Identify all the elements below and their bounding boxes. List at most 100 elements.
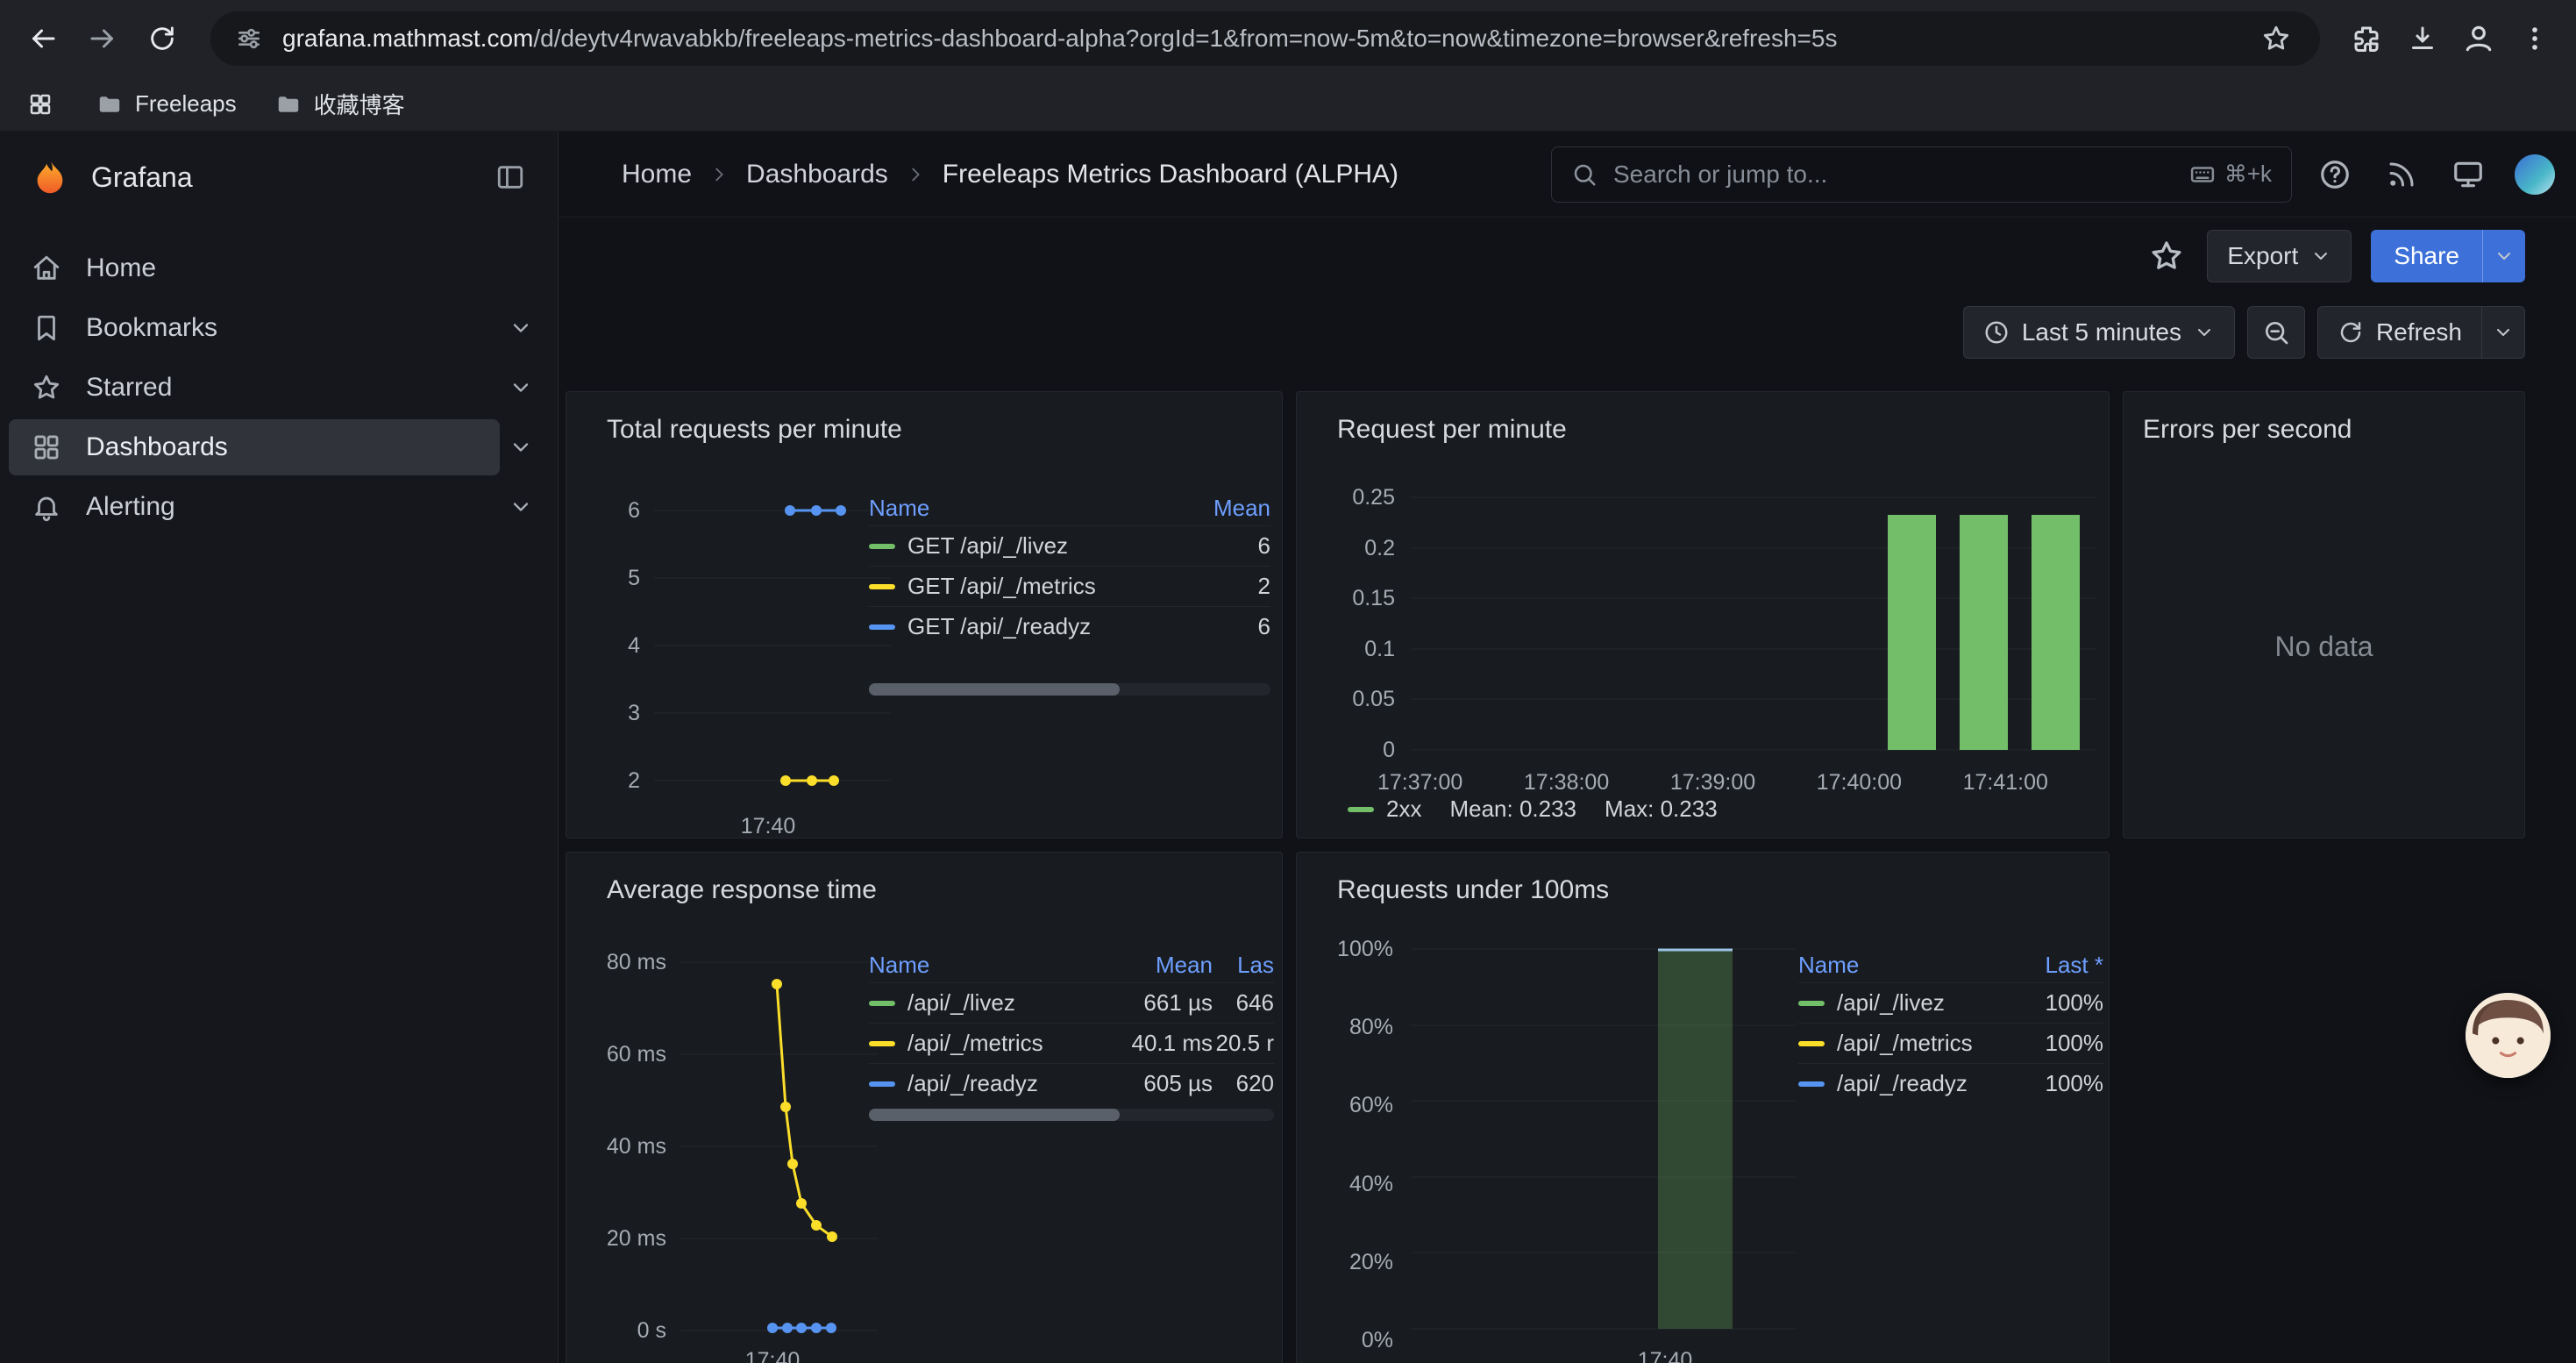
apps-shortcut-button[interactable]	[23, 87, 58, 122]
tick-label: 17:40:00	[1817, 771, 1902, 794]
legend: 2xx Mean: 0.233 Max: 0.233	[1348, 796, 1718, 823]
news-button[interactable]	[2381, 154, 2422, 195]
grafana-app: Grafana Home Bookmarks Starred	[0, 132, 2576, 1363]
tick-label: 0%	[1362, 1329, 1393, 1352]
breadcrumb: Home Dashboards Freeleaps Metrics Dashbo…	[622, 160, 1398, 189]
forward-button[interactable]	[77, 13, 128, 64]
refresh-button[interactable]: Refresh	[2317, 306, 2481, 359]
legend-row[interactable]: GET /api/_/livez6	[869, 525, 1270, 566]
share-menu-button[interactable]	[2482, 230, 2525, 282]
search-shortcut: ⌘+k	[2189, 161, 2272, 188]
legend-row[interactable]: GET /api/_/metrics2	[869, 566, 1270, 606]
browser-menu-button[interactable]	[2511, 15, 2558, 62]
favorite-dashboard-button[interactable]	[2145, 235, 2188, 277]
legend-column-header[interactable]: Name	[1798, 952, 2020, 979]
url-text: grafana.mathmast.com/d/deytv4rwavabkb/fr…	[282, 25, 2238, 53]
breadcrumb-dashboards[interactable]: Dashboards	[746, 160, 888, 189]
legend-column-header[interactable]: Mean	[1107, 952, 1213, 979]
extensions-button[interactable]	[2343, 15, 2390, 62]
browser-toolbar: grafana.mathmast.com/d/deytv4rwavabkb/fr…	[0, 0, 2576, 77]
legend-scrollbar-thumb[interactable]	[869, 683, 1120, 696]
tick-label: 6	[628, 499, 640, 522]
sidebar-item-home[interactable]: Home	[0, 239, 558, 298]
legend-value-cell: 100%	[2020, 1030, 2103, 1057]
search-input[interactable]: Search or jump to... ⌘+k	[1551, 146, 2292, 203]
sidebar-item-label: Alerting	[86, 492, 175, 522]
chevron-down-icon[interactable]	[509, 375, 533, 400]
series-color-chip	[869, 1041, 895, 1046]
legend-value-cell: 6	[1192, 532, 1270, 560]
user-avatar[interactable]	[2515, 154, 2555, 195]
panel-average-response-time: Average response time 80 ms60 ms40 ms20 …	[566, 852, 1283, 1363]
star-outline-icon	[2261, 24, 2291, 54]
chevron-down-icon[interactable]	[509, 435, 533, 460]
bookmark-folder-label: 收藏博客	[314, 88, 405, 120]
timeseries-plot	[654, 499, 891, 792]
tick-label: 2	[628, 769, 640, 792]
tick-label: 20 ms	[607, 1227, 666, 1250]
help-button[interactable]	[2315, 154, 2355, 195]
legend-scrollbar[interactable]	[869, 1109, 1274, 1121]
series-mean: Mean: 0.233	[1449, 796, 1576, 823]
downloads-button[interactable]	[2399, 15, 2446, 62]
bar-plot	[1411, 486, 2096, 761]
sidebar-collapse-button[interactable]	[489, 156, 531, 198]
breadcrumb-home[interactable]: Home	[622, 160, 692, 189]
legend-column-header[interactable]: Las	[1213, 952, 1274, 979]
sidebar-header: Grafana	[0, 132, 558, 223]
bookmark-folder-freeleaps[interactable]: Freeleaps	[96, 90, 237, 118]
brand-title: Grafana	[91, 161, 193, 194]
legend-row[interactable]: /api/_/metrics100%	[1798, 1023, 2103, 1063]
legend-value-cell: 646	[1213, 989, 1274, 1017]
sidebar-item-bookmarks[interactable]: Bookmarks	[0, 298, 558, 358]
panel-title[interactable]: Average response time	[607, 875, 877, 905]
bookmarks-bar: Freeleaps 收藏博客	[0, 77, 2576, 132]
grafana-main: Home Dashboards Freeleaps Metrics Dashbo…	[559, 132, 2576, 1363]
bookmark-folder-blogs[interactable]: 收藏博客	[275, 88, 405, 120]
x-axis-tick: 17:40	[715, 1349, 829, 1363]
legend-column-header[interactable]: Mean	[1192, 495, 1270, 522]
legend-column-header[interactable]: Name	[869, 952, 1107, 979]
zoom-out-time-button[interactable]	[2247, 306, 2305, 359]
legend-column-header[interactable]: Name	[869, 495, 1192, 522]
panel-title[interactable]: Request per minute	[1337, 415, 1567, 445]
legend-series[interactable]: 2xx	[1348, 796, 1421, 823]
legend-row[interactable]: GET /api/_/readyz6	[869, 606, 1270, 646]
refresh-interval-button[interactable]	[2481, 306, 2525, 359]
monitor-icon	[2451, 158, 2485, 191]
time-range-picker[interactable]: Last 5 minutes	[1963, 306, 2235, 359]
legend-name-cell: /api/_/metrics	[869, 1030, 1107, 1057]
legend-row[interactable]: /api/_/metrics40.1 ms20.5 r	[869, 1023, 1274, 1063]
panel-request-per-minute: Request per minute 0.250.20.150.10.050 1…	[1296, 391, 2110, 838]
legend-row[interactable]: /api/_/livez100%	[1798, 982, 2103, 1023]
legend-scrollbar[interactable]	[869, 683, 1270, 696]
bookmark-folder-label: Freeleaps	[135, 90, 237, 118]
kiosk-mode-button[interactable]	[2448, 154, 2488, 195]
panel-title[interactable]: Requests under 100ms	[1337, 875, 1609, 905]
panel-title[interactable]: Total requests per minute	[607, 415, 902, 445]
grafana-header: Home Dashboards Freeleaps Metrics Dashbo…	[559, 132, 2576, 218]
export-button[interactable]: Export	[2207, 230, 2352, 282]
legend-row[interactable]: /api/_/readyz605 µs620	[869, 1063, 1274, 1103]
assistant-avatar-button[interactable]	[2466, 993, 2551, 1078]
sidebar-item-starred[interactable]: Starred	[0, 358, 558, 417]
sidebar-item-dashboards[interactable]: Dashboards	[0, 417, 558, 477]
legend-scrollbar-thumb[interactable]	[869, 1109, 1120, 1121]
browser-profile-button[interactable]	[2455, 15, 2502, 62]
legend-row[interactable]: /api/_/readyz100%	[1798, 1063, 2103, 1103]
sidebar-item-alerting[interactable]: Alerting	[0, 477, 558, 537]
chevron-down-icon[interactable]	[509, 495, 533, 519]
back-button[interactable]	[18, 13, 68, 64]
panel-title[interactable]: Errors per second	[2143, 415, 2352, 445]
address-bar[interactable]: grafana.mathmast.com/d/deytv4rwavabkb/fr…	[210, 11, 2320, 66]
bookmark-page-button[interactable]	[2257, 19, 2295, 58]
reload-button[interactable]	[137, 13, 188, 64]
chevron-down-icon[interactable]	[509, 316, 533, 340]
legend-column-header[interactable]: Last *	[2020, 952, 2103, 979]
share-split-button: Share	[2371, 230, 2525, 282]
share-button[interactable]: Share	[2371, 230, 2482, 282]
series-color-chip	[1798, 1041, 1825, 1046]
legend-row[interactable]: /api/_/livez661 µs646	[869, 982, 1274, 1023]
series-color-chip	[869, 624, 895, 630]
tick-label: 40 ms	[607, 1135, 666, 1158]
